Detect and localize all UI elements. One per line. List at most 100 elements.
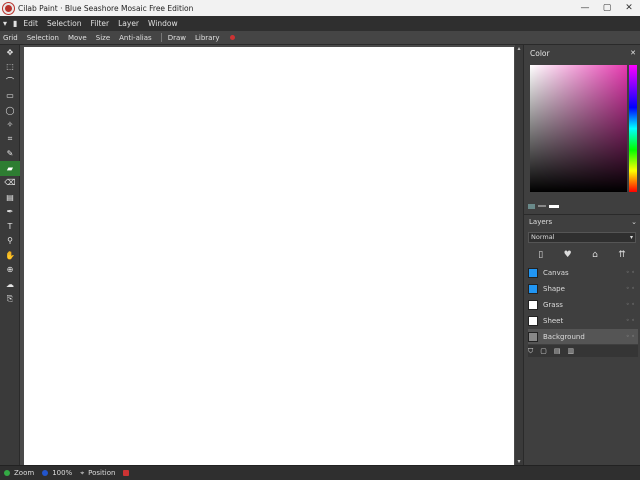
color-picker-field[interactable]	[530, 65, 627, 192]
fill-tool[interactable]: ▰	[0, 161, 20, 176]
layer-visibility-icon[interactable]: ◦ ◦	[626, 317, 635, 324]
menu-filter[interactable]: Filter	[91, 19, 110, 28]
delete-layer-icon[interactable]: ⇈	[618, 250, 626, 260]
layer-thumbnail	[528, 283, 538, 294]
status-size[interactable]: 100%	[42, 469, 72, 477]
blend-mode-select[interactable]: Normal ▾	[528, 232, 636, 243]
chevron-down-icon[interactable]: ⌄	[631, 218, 637, 226]
layer-label: Sheet	[543, 316, 564, 325]
layer-add-icon[interactable]: ▢	[540, 347, 547, 355]
color-panel-title: Color	[530, 48, 550, 58]
brush-tool[interactable]: ✎	[0, 147, 20, 162]
option-selection[interactable]: Selection	[27, 34, 59, 42]
magic-wand-tool[interactable]: ✧	[0, 118, 20, 133]
position-icon: ⌖	[80, 468, 85, 477]
text-tool[interactable]: T	[0, 219, 20, 234]
layer-row[interactable]: Grass ◦ ◦	[528, 297, 638, 312]
crop-tool[interactable]: ⌗	[0, 132, 20, 147]
new-file-icon[interactable]: ▮	[13, 19, 17, 28]
smudge-tool[interactable]: ☁	[0, 277, 20, 292]
move-tool[interactable]: ✥	[0, 45, 20, 60]
layer-row[interactable]: Background ◦ ◦	[528, 329, 638, 344]
eraser-tool[interactable]: ⌫	[0, 176, 20, 191]
gradient-tool[interactable]: ▤	[0, 190, 20, 205]
layer-visibility-icon[interactable]: ◦ ◦	[626, 333, 635, 340]
swap-colors-icon[interactable]	[538, 205, 546, 207]
layer-folder-icon[interactable]: ▤	[554, 347, 561, 355]
layer-visibility-icon[interactable]: ◦ ◦	[626, 285, 635, 292]
layer-row[interactable]: Shape ◦ ◦	[528, 281, 638, 296]
warning-icon	[123, 470, 130, 476]
foreground-swatch[interactable]	[528, 203, 535, 209]
option-library[interactable]: Library	[195, 34, 219, 42]
status-pos[interactable]: ⌖ Position	[80, 469, 115, 478]
scroll-up-icon[interactable]: ▴	[516, 45, 522, 52]
status-zoom-label: Zoom	[14, 469, 35, 477]
clone-tool[interactable]: ⎘	[0, 292, 20, 307]
zoom-tool[interactable]: ⊕	[0, 263, 20, 278]
status-warn	[123, 470, 133, 476]
pen-tool[interactable]: ✒	[0, 205, 20, 220]
option-grid[interactable]: Grid	[3, 34, 18, 42]
status-size-label: 100%	[52, 469, 73, 477]
menu-window[interactable]: Window	[148, 19, 178, 28]
layer-label: Canvas	[543, 268, 569, 277]
save-icon[interactable]: ▾	[3, 19, 7, 28]
background-swatch[interactable]	[549, 204, 559, 208]
vertical-scrollbar[interactable]: ▴ ▾	[515, 45, 523, 465]
maximize-button[interactable]: ▢	[596, 3, 618, 13]
layers-panel-title: Layers	[529, 217, 553, 226]
minimize-button[interactable]: —	[574, 3, 596, 13]
layer-visibility-icon[interactable]: ◦ ◦	[626, 269, 635, 276]
menu-edit[interactable]: Edit	[23, 19, 38, 28]
option-size[interactable]: Size	[96, 34, 110, 42]
dropdown-icon: ▾	[629, 234, 633, 241]
canvas-area	[20, 45, 523, 465]
select-tool[interactable]: ⬚	[0, 60, 20, 75]
new-layer-icon[interactable]: ▯	[538, 250, 543, 260]
eyedropper-tool[interactable]: ⚲	[0, 234, 20, 249]
status-ok-icon	[4, 470, 10, 476]
layer-mask-icon[interactable]: ⛉	[528, 347, 533, 356]
layer-row[interactable]: Canvas ◦ ◦	[528, 265, 638, 280]
close-icon[interactable]: ✕	[630, 49, 636, 57]
layer-row[interactable]: Sheet ◦ ◦	[528, 313, 638, 328]
layer-label: Grass	[543, 300, 563, 309]
merge-icon[interactable]: ⌂	[592, 250, 598, 260]
color-swatch-row	[528, 202, 636, 210]
close-button[interactable]: ✕	[618, 3, 640, 13]
app-logo-icon	[3, 2, 14, 14]
lasso-tool[interactable]: ⌒	[0, 74, 20, 89]
layer-visibility-icon[interactable]: ◦ ◦	[626, 301, 635, 308]
color-panel-header: Color ✕	[524, 45, 640, 61]
option-draw[interactable]: Draw	[168, 34, 186, 42]
scroll-down-icon[interactable]: ▾	[516, 458, 522, 465]
layer-thumbnail	[528, 315, 538, 326]
layer-trash-icon[interactable]: ▥	[568, 347, 575, 355]
mask-icon[interactable]: ♥	[564, 250, 572, 260]
status-size-icon	[42, 470, 49, 476]
rect-tool[interactable]: ▭	[0, 89, 20, 104]
menu-selection[interactable]: Selection	[47, 19, 82, 28]
record-indicator-icon	[230, 35, 236, 40]
option-anti-alias[interactable]: Anti-alias	[119, 34, 152, 42]
drawing-canvas[interactable]	[24, 47, 514, 465]
layer-label: Shape	[543, 284, 565, 293]
menu-bar: ▾ ▮ Edit Selection Filter Layer Window	[0, 16, 640, 31]
status-bar: Zoom 100% ⌖ Position	[0, 465, 640, 480]
hand-tool[interactable]: ✋	[0, 248, 20, 263]
layer-thumbnail	[528, 267, 538, 278]
ellipse-tool[interactable]: ◯	[0, 103, 20, 118]
hue-slider[interactable]	[629, 65, 637, 192]
layers-panel-header: Layers ⌄	[524, 214, 640, 228]
status-pos-label: Position	[88, 469, 116, 477]
layer-label: Background	[543, 332, 585, 341]
option-move[interactable]: Move	[68, 34, 87, 42]
layers-footer: ⛉ ▢ ▤ ▥	[528, 345, 638, 357]
blend-mode-value: Normal	[531, 233, 555, 241]
title-bar: Cilab Paint · Blue Seashore Mosaic Free …	[0, 0, 640, 16]
divider	[160, 33, 162, 42]
toolbox: ✥ ⬚ ⌒ ▭ ◯ ✧ ⌗ ✎ ▰ ⌫ ▤ ✒ T ⚲ ✋ ⊕ ☁ ⎘	[0, 45, 20, 465]
menu-layer[interactable]: Layer	[118, 19, 139, 28]
status-zoom[interactable]: Zoom	[4, 469, 34, 477]
